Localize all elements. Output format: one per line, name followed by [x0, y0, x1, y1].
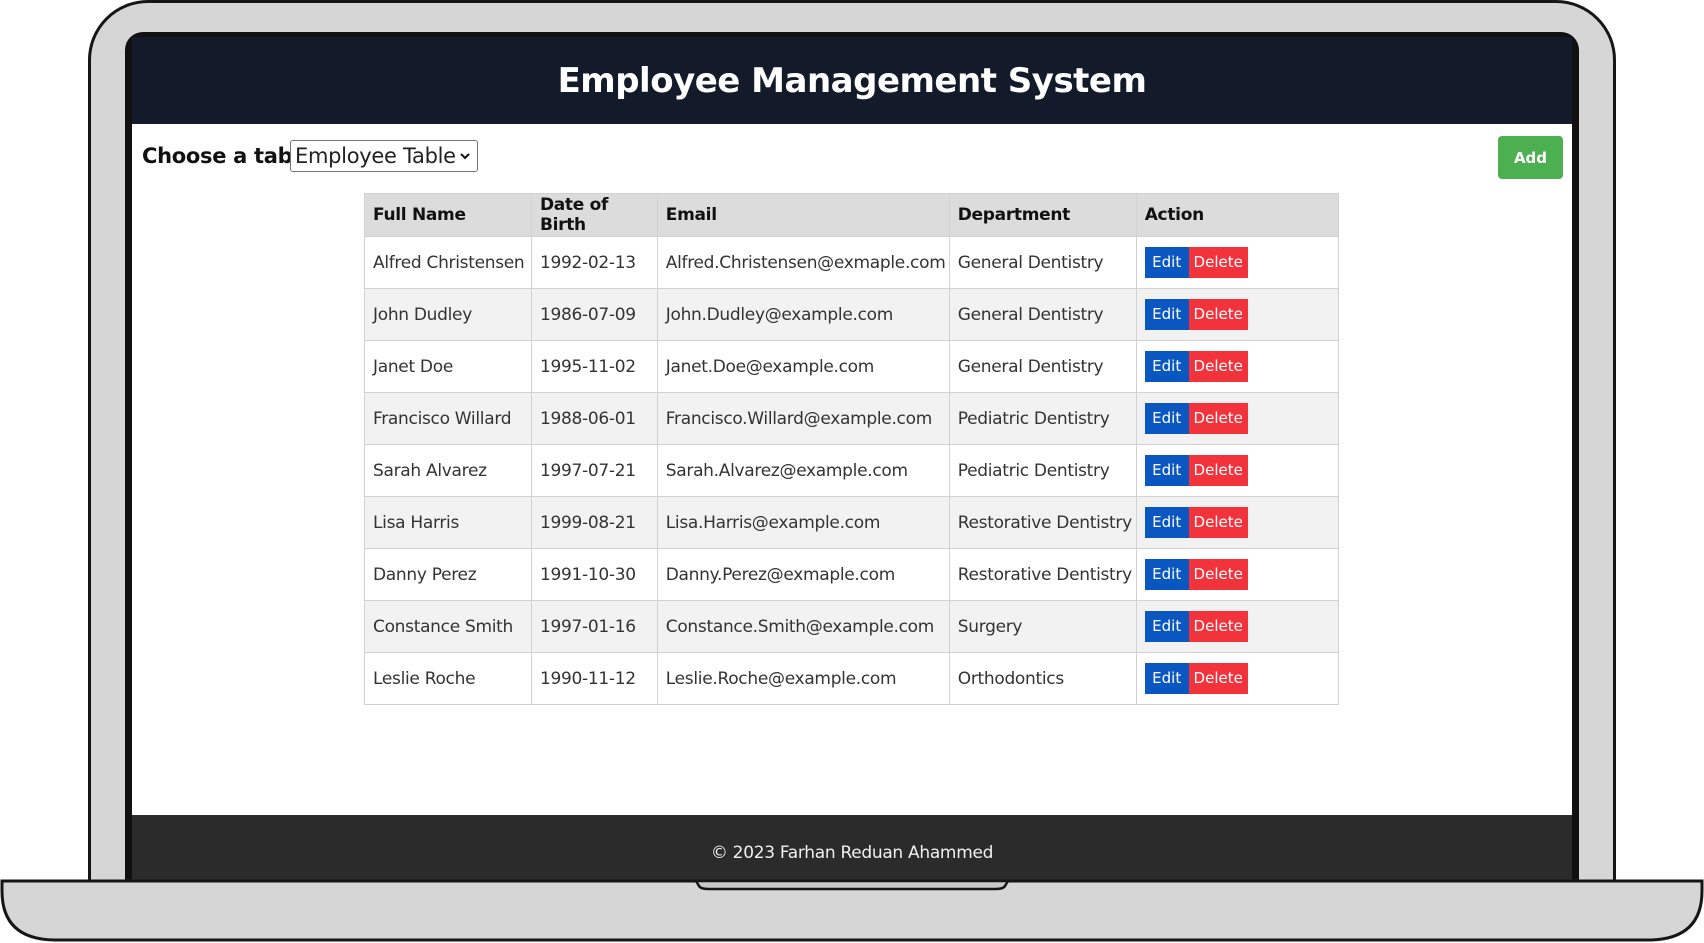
cell-department: General Dentistry — [948, 288, 1137, 341]
cell-date-of-birth: 1992-02-13 — [530, 236, 658, 289]
table-header-row: Full Name Date of Birth Email Department… — [364, 193, 1340, 237]
edit-button[interactable]: Edit — [1144, 299, 1189, 330]
column-header-action: Action — [1135, 193, 1340, 237]
cell-full-name: Danny Perez — [364, 548, 532, 601]
edit-button[interactable]: Edit — [1144, 611, 1189, 642]
cell-department: Pediatric Dentistry — [948, 444, 1137, 497]
laptop-notch — [693, 879, 1011, 891]
cell-email: Danny.Perez@exmaple.com — [656, 548, 950, 601]
delete-button[interactable]: Delete — [1188, 351, 1248, 382]
cell-email: Lisa.Harris@example.com — [656, 496, 950, 549]
delete-button[interactable]: Delete — [1188, 455, 1248, 486]
cell-action: Edit Delete — [1135, 496, 1340, 549]
app-header: Employee Management System — [132, 37, 1572, 124]
app-screen: Employee Management System Choose a tabl… — [132, 37, 1572, 885]
cell-date-of-birth: 1988-06-01 — [530, 392, 658, 445]
column-header-email: Email — [656, 193, 950, 237]
delete-button[interactable]: Delete — [1188, 559, 1248, 590]
cell-date-of-birth: 1999-08-21 — [530, 496, 658, 549]
table-row: Leslie Roche 1990-11-12 Leslie.Roche@exa… — [364, 652, 1340, 705]
table-row: Sarah Alvarez 1997-07-21 Sarah.Alvarez@e… — [364, 444, 1340, 497]
add-button[interactable]: Add — [1498, 136, 1563, 179]
app-footer: © 2023 Farhan Reduan Ahammed — [132, 815, 1572, 885]
cell-action: Edit Delete — [1135, 288, 1340, 341]
cell-department: Restorative Dentistry — [948, 548, 1137, 601]
cell-action: Edit Delete — [1135, 548, 1340, 601]
cell-date-of-birth: 1986-07-09 — [530, 288, 658, 341]
edit-button[interactable]: Edit — [1144, 507, 1189, 538]
cell-date-of-birth: 1997-01-16 — [530, 600, 658, 653]
table-row: Lisa Harris 1999-08-21 Lisa.Harris@examp… — [364, 496, 1340, 549]
cell-date-of-birth: 1997-07-21 — [530, 444, 658, 497]
cell-email: Sarah.Alvarez@example.com — [656, 444, 950, 497]
cell-date-of-birth: 1990-11-12 — [530, 652, 658, 705]
edit-button[interactable]: Edit — [1144, 455, 1189, 486]
cell-email: Alfred.Christensen@exmaple.com — [656, 236, 950, 289]
cell-action: Edit Delete — [1135, 392, 1340, 445]
employee-table-container: Full Name Date of Birth Email Department… — [364, 193, 1340, 705]
table-row: Janet Doe 1995-11-02 Janet.Doe@example.c… — [364, 340, 1340, 393]
cell-full-name: Lisa Harris — [364, 496, 532, 549]
delete-button[interactable]: Delete — [1188, 507, 1248, 538]
table-select[interactable]: Employee Table — [290, 140, 478, 172]
cell-full-name: Constance Smith — [364, 600, 532, 653]
delete-button[interactable]: Delete — [1188, 663, 1248, 694]
app-title: Employee Management System — [557, 60, 1147, 101]
cell-email: Janet.Doe@example.com — [656, 340, 950, 393]
cell-full-name: Sarah Alvarez — [364, 444, 532, 497]
toolbar: Choose a table: Employee Table — [132, 124, 1572, 194]
laptop-base — [0, 879, 1704, 942]
table-row: Alfred Christensen 1992-02-13 Alfred.Chr… — [364, 236, 1340, 289]
table-row: John Dudley 1986-07-09 John.Dudley@examp… — [364, 288, 1340, 341]
laptop-mockup: Employee Management System Choose a tabl… — [0, 0, 1704, 943]
cell-department: Orthodontics — [948, 652, 1137, 705]
cell-email: Constance.Smith@example.com — [656, 600, 950, 653]
cell-email: Francisco.Willard@example.com — [656, 392, 950, 445]
edit-button[interactable]: Edit — [1144, 351, 1189, 382]
cell-email: Leslie.Roche@example.com — [656, 652, 950, 705]
edit-button[interactable]: Edit — [1144, 663, 1189, 694]
cell-full-name: Alfred Christensen — [364, 236, 532, 289]
cell-full-name: Janet Doe — [364, 340, 532, 393]
cell-department: Restorative Dentistry — [948, 496, 1137, 549]
delete-button[interactable]: Delete — [1188, 299, 1248, 330]
cell-department: Pediatric Dentistry — [948, 392, 1137, 445]
cell-action: Edit Delete — [1135, 236, 1340, 289]
cell-department: General Dentistry — [948, 236, 1137, 289]
cell-department: Surgery — [948, 600, 1137, 653]
cell-full-name: Leslie Roche — [364, 652, 532, 705]
cell-full-name: Francisco Willard — [364, 392, 532, 445]
delete-button[interactable]: Delete — [1188, 611, 1248, 642]
cell-date-of-birth: 1991-10-30 — [530, 548, 658, 601]
edit-button[interactable]: Edit — [1144, 559, 1189, 590]
delete-button[interactable]: Delete — [1188, 247, 1248, 278]
cell-email: John.Dudley@example.com — [656, 288, 950, 341]
cell-action: Edit Delete — [1135, 652, 1340, 705]
table-row: Francisco Willard 1988-06-01 Francisco.W… — [364, 392, 1340, 445]
employee-table: Full Name Date of Birth Email Department… — [364, 193, 1340, 705]
cell-full-name: John Dudley — [364, 288, 532, 341]
delete-button[interactable]: Delete — [1188, 403, 1248, 434]
cell-date-of-birth: 1995-11-02 — [530, 340, 658, 393]
chevron-down-icon — [460, 153, 470, 160]
cell-department: General Dentistry — [948, 340, 1137, 393]
column-header-department: Department — [948, 193, 1137, 237]
table-select-value: Employee Table — [295, 144, 456, 168]
table-row: Constance Smith 1997-01-16 Constance.Smi… — [364, 600, 1340, 653]
cell-action: Edit Delete — [1135, 340, 1340, 393]
column-header-full-name: Full Name — [364, 193, 532, 237]
edit-button[interactable]: Edit — [1144, 403, 1189, 434]
cell-action: Edit Delete — [1135, 600, 1340, 653]
table-row: Danny Perez 1991-10-30 Danny.Perez@exmap… — [364, 548, 1340, 601]
edit-button[interactable]: Edit — [1144, 247, 1189, 278]
cell-action: Edit Delete — [1135, 444, 1340, 497]
column-header-date-of-birth: Date of Birth — [530, 193, 658, 237]
